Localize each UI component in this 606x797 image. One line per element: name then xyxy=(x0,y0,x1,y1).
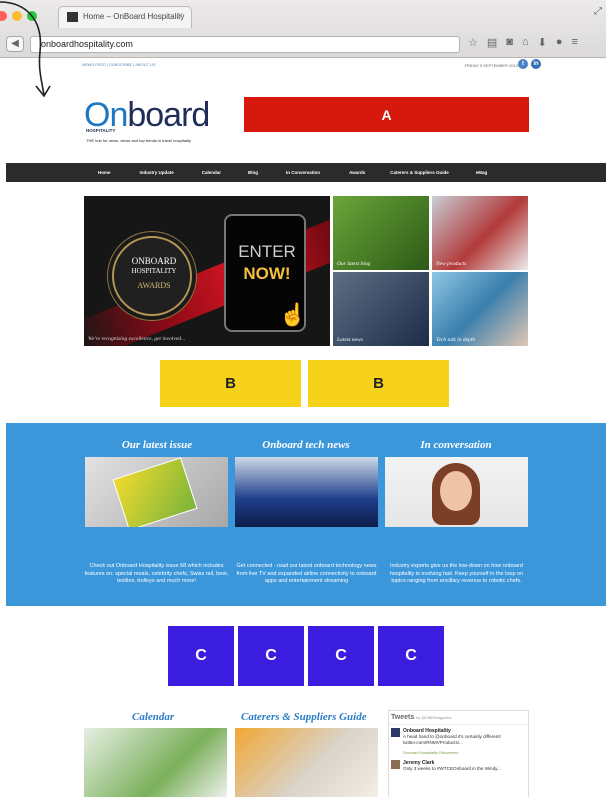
tablet-graphic: ENTER NOW! ☝ xyxy=(224,214,306,332)
aircraft-cabin-image[interactable] xyxy=(235,457,378,527)
placeholder-a: A xyxy=(244,97,529,132)
nav-awards[interactable]: Awards xyxy=(349,163,365,182)
logo-subtitle: HOSPITALITY xyxy=(86,128,116,133)
feature-text-tech-news: Get connected - read our latest onboard … xyxy=(236,563,377,584)
hero-caption: We're recognising excellence, get involv… xyxy=(88,336,186,342)
avatar xyxy=(391,760,400,769)
now-text: NOW! xyxy=(243,264,291,283)
caterers-guide-image[interactable] xyxy=(235,728,378,797)
award-line-3: AWARDS xyxy=(137,281,171,290)
web-page: NEWS FEED | SUBSCRIBE | ABOUT US FRIDAY … xyxy=(0,58,606,797)
pointer-hand-icon: ☝ xyxy=(279,302,307,327)
date-label: FRIDAY 5 SEPTEMBER 2014 xyxy=(464,63,518,68)
tweet-item[interactable]: Jeremy Clark Only 3 weeks to #WTCEOnboar… xyxy=(389,757,528,774)
home-icon[interactable]: ⌂ xyxy=(522,36,529,49)
tile-caption: New products xyxy=(436,261,467,267)
awards-hero-banner[interactable]: ONBOARD HOSPITALITY AWARDS ENTER NOW! ☝ … xyxy=(84,196,330,346)
tile-new-products[interactable]: New products xyxy=(432,196,528,270)
address-bar[interactable]: onboardhospitality.com xyxy=(30,36,460,53)
tile-latest-news[interactable]: Latest news xyxy=(333,272,429,346)
placeholder-c-3: C xyxy=(308,626,374,686)
twitter-icon[interactable]: t xyxy=(518,59,528,69)
browser-chrome: Home – OnBoard Hospitality ✕ ⤢ ◀ onboard… xyxy=(0,0,606,58)
chat-icon[interactable]: ● xyxy=(556,36,563,49)
portrait-face xyxy=(440,471,472,511)
tab-close-icon[interactable]: ✕ xyxy=(176,11,184,22)
top-links[interactable]: NEWS FEED | SUBSCRIBE | ABOUT US xyxy=(82,62,156,67)
menu-icon[interactable]: ≡ xyxy=(571,36,577,49)
pocket-icon[interactable]: ◙ xyxy=(506,36,513,49)
feature-title-in-conversation[interactable]: In conversation xyxy=(381,439,531,451)
site-tagline: THE hub for news, views and top trends i… xyxy=(86,138,191,143)
tile-caption: Latest news xyxy=(337,337,363,343)
calendar-heading[interactable]: Calendar xyxy=(132,711,174,723)
tile-caption: Our latest blog xyxy=(337,261,371,267)
interviewee-portrait-image[interactable] xyxy=(385,457,528,527)
browser-window: Home – OnBoard Hospitality ✕ ⤢ ◀ onboard… xyxy=(0,0,606,797)
feature-title-latest-issue[interactable]: Our latest issue xyxy=(82,439,232,451)
tweets-handle[interactable]: by @OBHMagazine xyxy=(416,715,451,720)
placeholder-c-1: C xyxy=(168,626,234,686)
annotation-arrow xyxy=(0,1,51,98)
logo-board: board xyxy=(127,96,210,134)
nav-calendar[interactable]: Calendar xyxy=(202,163,221,182)
bookmark-star-icon[interactable]: ☆ xyxy=(468,36,478,49)
tweets-header: Tweets by @OBHMagazine xyxy=(389,711,528,724)
award-line-1: ONBOARD xyxy=(131,256,177,266)
linkedin-icon[interactable]: in xyxy=(531,59,541,69)
feature-title-tech-news[interactable]: Onboard tech news xyxy=(231,439,381,451)
tweet-text: A head hand to @onboard it's certainly d… xyxy=(403,734,501,745)
placeholder-c-2: C xyxy=(238,626,304,686)
tweets-title: Tweets xyxy=(391,714,415,721)
nav-industry-update[interactable]: Industry Update xyxy=(140,163,174,182)
awards-badge: ONBOARD HOSPITALITY AWARDS xyxy=(112,236,192,316)
placeholder-c-4: C xyxy=(378,626,444,686)
magazine-graphic xyxy=(112,457,198,527)
fullscreen-icon[interactable]: ⤢ xyxy=(594,6,602,17)
tile-caption: Tech talk in depth xyxy=(436,337,476,343)
browser-toolbar: ☆ ▤ ◙ ⌂ ⬇ ● ≡ xyxy=(468,36,578,49)
retweet-note: Onboard Hospitality Retweeted xyxy=(403,750,459,755)
reading-list-icon[interactable]: ▤ xyxy=(487,36,497,49)
calendar-image[interactable] xyxy=(84,728,227,797)
tile-tech-talk[interactable]: Tech talk in depth xyxy=(432,272,528,346)
nav-emag[interactable]: eMag xyxy=(476,163,488,182)
twitter-feed-widget[interactable]: Tweets by @OBHMagazine Onboard Hospitali… xyxy=(388,710,529,797)
nav-in-conversation[interactable]: In Conversation xyxy=(286,163,320,182)
avatar xyxy=(391,728,400,737)
placeholder-b-right: B xyxy=(308,360,449,407)
nav-caterers-guide[interactable]: Caterers & Suppliers Guide xyxy=(390,163,449,182)
tab-title: Home – OnBoard Hospitality xyxy=(83,12,185,21)
magazine-cover-image[interactable] xyxy=(85,457,228,527)
feature-text-in-conversation: Industry experts give us the low-down on… xyxy=(389,563,524,584)
main-nav: Home Industry Update Calendar Blog In Co… xyxy=(6,163,606,182)
browser-tab[interactable]: Home – OnBoard Hospitality ✕ xyxy=(58,6,192,28)
nav-blog[interactable]: Blog xyxy=(248,163,258,182)
tweet-item[interactable]: Onboard Hospitality A head hand to @onbo… xyxy=(389,724,528,748)
placeholder-b-left: B xyxy=(160,360,301,407)
tweet-text: Only 3 weeks to #WTCEOnboard in the Wind… xyxy=(403,766,501,771)
nav-home[interactable]: Home xyxy=(98,163,111,182)
tile-latest-blog[interactable]: Our latest blog xyxy=(333,196,429,270)
caterers-guide-heading[interactable]: Caterers & Suppliers Guide xyxy=(241,711,367,723)
feature-text-latest-issue: Check out Onboard Hospitality issue 68 w… xyxy=(84,563,229,584)
award-line-2: HOSPITALITY xyxy=(131,267,177,275)
download-icon[interactable]: ⬇ xyxy=(538,36,547,49)
enter-text: ENTER xyxy=(238,242,296,261)
